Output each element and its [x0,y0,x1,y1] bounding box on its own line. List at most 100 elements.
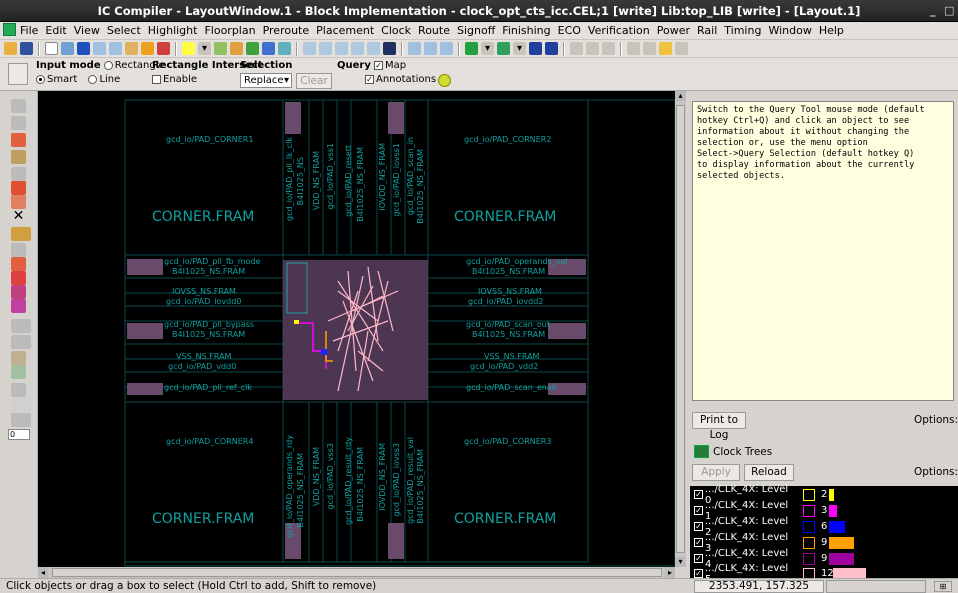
find-next-icon[interactable] [424,42,437,55]
rectangle-radio[interactable] [103,60,113,70]
level-color-swatch[interactable] [803,536,815,549]
zoom-object-icon[interactable] [367,42,380,55]
zoom-area-icon[interactable] [319,42,332,55]
dropdown-arrow-icon[interactable]: ▾ [481,42,494,55]
spread-icon[interactable] [602,42,615,55]
zoom-fit-icon[interactable] [303,42,316,55]
pencil-icon[interactable] [61,42,74,55]
delete-x-icon[interactable]: ✕ [11,209,26,223]
route-icon[interactable] [11,351,26,365]
delete-icon[interactable] [157,42,170,55]
menu-route[interactable]: Route [418,24,450,37]
menu-select[interactable]: Select [107,24,141,37]
wire-icon[interactable] [11,365,26,379]
spread-icon[interactable] [11,299,26,313]
smart-radio[interactable] [36,74,45,84]
dropdown-arrow-icon[interactable]: ▾ [198,42,211,55]
hierarchy-icon[interactable] [11,116,26,130]
measure-icon[interactable] [11,383,26,397]
visibility-icon[interactable] [497,42,510,55]
move-icon[interactable] [11,181,26,195]
scroll-up-icon[interactable]: ▴ [675,91,686,101]
cell-browser-icon[interactable] [11,133,26,147]
zoom-in-icon[interactable] [93,42,106,55]
overview-icon[interactable] [545,42,558,55]
distribute-icon[interactable] [586,42,599,55]
maximize-button[interactable]: □ [944,4,954,17]
vertical-scroll-thumb[interactable] [676,105,685,553]
level-color-swatch[interactable] [803,520,815,533]
level-checkbox[interactable]: ✓ [694,506,703,515]
route-icon[interactable] [214,42,227,55]
menu-rail[interactable]: Rail [697,24,717,37]
horizontal-scrollbar[interactable]: ◂ ▸ [38,567,675,578]
menu-highlight[interactable]: Highlight [148,24,198,37]
net-browser-icon[interactable] [11,150,26,164]
enable-checkbox[interactable] [152,74,161,84]
level-color-swatch[interactable] [803,488,815,501]
keyboard-icon[interactable]: ⊞ [934,581,952,592]
net-icon[interactable] [278,42,291,55]
print-to-log-button[interactable]: Print to Log [692,412,746,441]
search-icon[interactable] [408,42,421,55]
redo-icon[interactable] [643,42,656,55]
align-icon[interactable] [11,257,26,271]
menu-window[interactable]: Window [768,24,811,37]
menu-clock[interactable]: Clock [381,24,411,37]
menu-verification[interactable]: Verification [588,24,650,37]
copy-icon[interactable] [11,195,26,209]
clear-button[interactable]: Clear [296,73,332,89]
info-icon[interactable] [659,42,672,55]
menu-floorplan[interactable]: Floorplan [204,24,255,37]
menu-edit[interactable]: Edit [45,24,66,37]
snap-icon[interactable] [11,413,31,427]
level-color-swatch[interactable] [803,552,815,565]
settings-icon[interactable] [675,42,688,55]
scroll-down-icon[interactable]: ▾ [675,557,686,567]
menu-file[interactable]: File [20,24,38,37]
query-icon[interactable] [77,42,90,55]
menu-eco[interactable]: ECO [558,24,581,37]
layout-canvas[interactable]: gcd_io/PAD_CORNER1 CORNER.FRAM gcd_io/PA… [38,91,675,567]
pointer-mode-icon[interactable] [11,397,31,411]
apply-button[interactable]: Apply [692,464,740,481]
rotate-icon[interactable] [11,285,26,299]
ruler-icon[interactable] [11,243,26,257]
zoom-next-icon[interactable] [351,42,364,55]
annotations-checkbox[interactable]: ✓ [365,74,374,84]
layer-select-icon[interactable] [11,227,31,241]
pan-hand-icon[interactable] [125,42,138,55]
reload-button[interactable]: Reload [744,464,794,481]
zoom-out-icon[interactable] [109,42,122,55]
save-icon[interactable] [20,42,33,55]
level-checkbox[interactable]: ✓ [694,522,703,531]
line-radio[interactable] [88,74,98,84]
level-checkbox[interactable]: ✓ [694,554,703,563]
find-prev-icon[interactable] [440,42,453,55]
snapshot-icon[interactable] [383,42,396,55]
map-icon[interactable] [529,42,542,55]
zoom-prev-icon[interactable] [335,42,348,55]
menu-timing[interactable]: Timing [724,24,761,37]
minimize-button[interactable]: _ [930,4,936,17]
selection-mode-select[interactable]: Replace ▾ [240,73,292,88]
query-mode-pointer-icon[interactable] [8,63,28,85]
blank-icon[interactable] [11,167,26,181]
select-pointer-icon[interactable] [45,42,58,55]
ruler-icon[interactable] [141,42,154,55]
menu-finishing[interactable]: Finishing [502,24,550,37]
menu-placement[interactable]: Placement [316,24,374,37]
flip-icon[interactable] [11,271,26,285]
dropdown-arrow-icon[interactable]: ▾ [513,42,526,55]
scroll-right-icon[interactable]: ▸ [665,567,675,578]
level-checkbox[interactable]: ✓ [694,490,703,499]
horizontal-scroll-thumb[interactable] [52,568,662,577]
wire-icon[interactable] [230,42,243,55]
menu-view[interactable]: View [74,24,100,37]
menu-power[interactable]: Power [657,24,690,37]
vertical-scrollbar[interactable]: ▴ ▾ [675,91,686,567]
align-icon[interactable] [570,42,583,55]
open-icon[interactable] [4,42,17,55]
menu-signoff[interactable]: Signoff [457,24,495,37]
layer-number-field[interactable]: 0 [8,429,30,440]
